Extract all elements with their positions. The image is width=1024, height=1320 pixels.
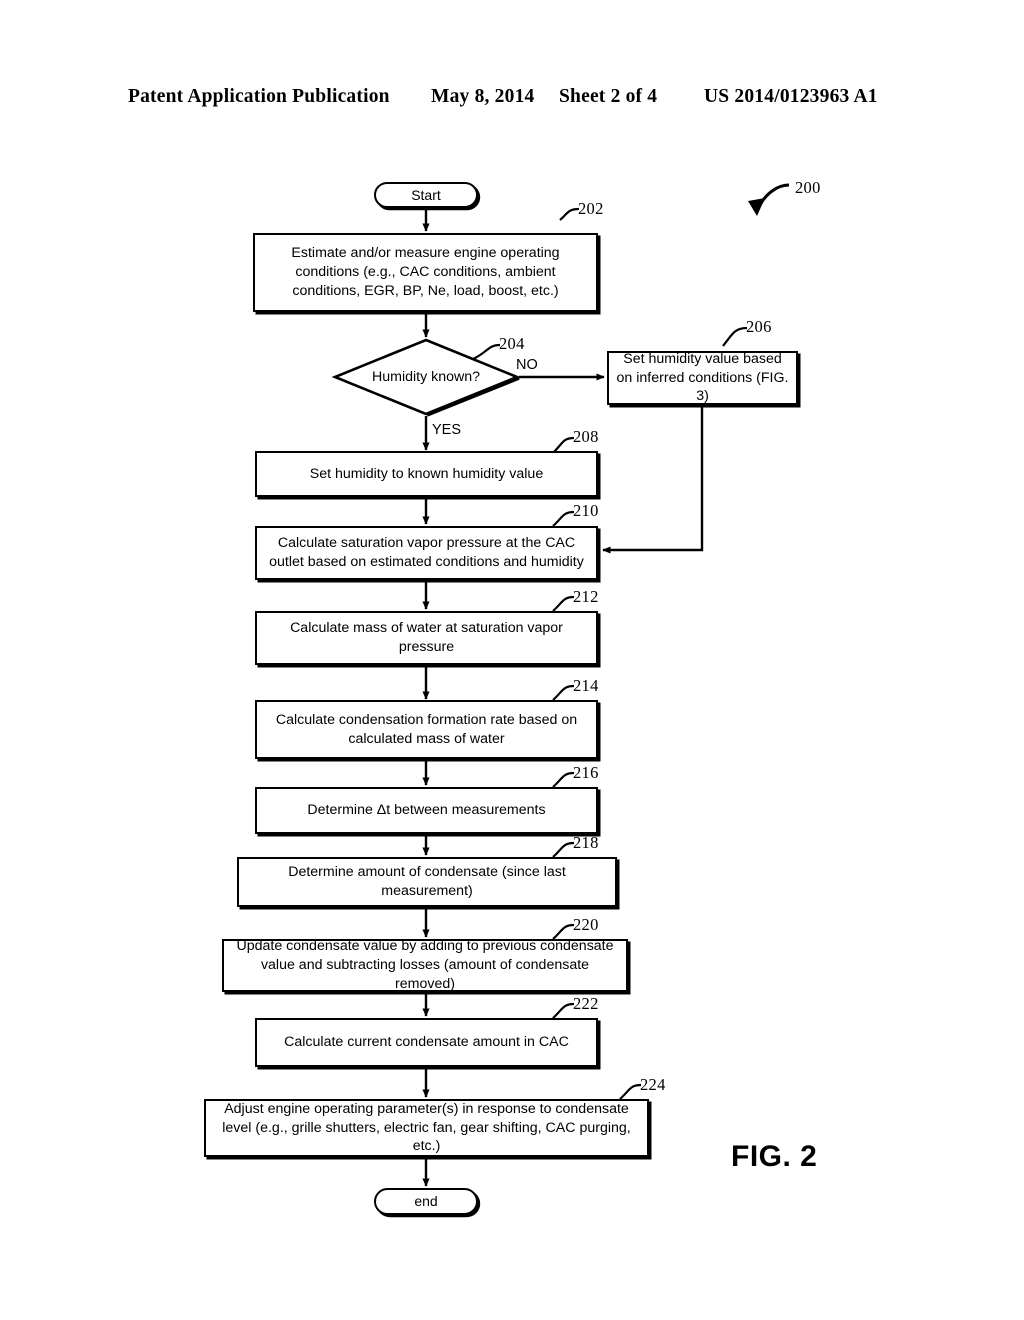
- flowchart-figure-2: Start Estimate and/or measure engine ope…: [0, 0, 1024, 1320]
- flow-step-224[interactable]: Adjust engine operating parameter(s) in …: [204, 1099, 649, 1157]
- ref-numeral-222: 222: [573, 994, 599, 1013]
- figure-caption: FIG. 2: [731, 1140, 818, 1173]
- figure-ref-arrow: [748, 183, 790, 216]
- flow-step-208[interactable]: Set humidity to known humidity value: [255, 451, 598, 497]
- flow-step-216[interactable]: Determine Δt between measurements: [255, 787, 598, 834]
- ref-numeral-210: 210: [573, 501, 599, 520]
- ref-numeral-220: 220: [573, 915, 599, 934]
- flow-step-222-label: Calculate current condensate amount in C…: [284, 1034, 569, 1051]
- flow-step-218-label: Determine amount of condensate (since la…: [288, 864, 566, 899]
- ref-numeral-206: 206: [746, 317, 772, 336]
- flow-step-214[interactable]: Calculate condensation formation rate ba…: [255, 700, 598, 759]
- flow-step-218[interactable]: Determine amount of condensate (since la…: [237, 857, 617, 907]
- ref-numeral-204: 204: [499, 334, 525, 353]
- flow-step-208-label: Set humidity to known humidity value: [309, 465, 544, 482]
- flow-step-220-label: Update condensate value by adding to pre…: [236, 938, 614, 992]
- flow-step-210[interactable]: Calculate saturation vapor pressure at t…: [255, 526, 598, 580]
- flow-step-212[interactable]: Calculate mass of water at saturation va…: [255, 611, 598, 665]
- ref-numeral-218: 218: [573, 833, 599, 852]
- ref-numeral-202: 202: [578, 199, 604, 218]
- ref-numeral-212: 212: [573, 587, 599, 606]
- flow-step-206[interactable]: Set humidity value based on inferred con…: [607, 351, 798, 405]
- flow-step-210-label: Calculate saturation vapor pressure at t…: [269, 535, 584, 570]
- flow-step-222[interactable]: Calculate current condensate amount in C…: [255, 1018, 598, 1067]
- flow-terminal-end-label: end: [414, 1193, 438, 1210]
- ref-numeral-208: 208: [573, 427, 599, 446]
- flow-step-216-label: Determine Δt between measurements: [307, 802, 546, 819]
- flow-terminal-start[interactable]: Start: [374, 182, 478, 208]
- flow-step-224-label: Adjust engine operating parameter(s) in …: [222, 1100, 631, 1155]
- flow-terminal-end[interactable]: end: [374, 1188, 478, 1215]
- ref-numeral-200: 200: [795, 178, 821, 197]
- flow-step-202-label: Estimate and/or measure engine operating…: [291, 245, 560, 299]
- ref-numeral-216: 216: [573, 763, 599, 782]
- edge-label-yes: YES: [432, 422, 462, 438]
- edge-label-no: NO: [516, 357, 538, 373]
- flow-step-206-label: Set humidity value based on inferred con…: [616, 350, 789, 405]
- flow-step-214-label: Calculate condensation formation rate ba…: [275, 711, 578, 747]
- ref-numeral-224: 224: [640, 1075, 666, 1094]
- flow-step-202[interactable]: Estimate and/or measure engine operating…: [253, 233, 598, 312]
- flow-decision-204[interactable]: Humidity known?: [331, 337, 521, 417]
- flow-step-220[interactable]: Update condensate value by adding to pre…: [222, 938, 628, 992]
- flow-terminal-start-label: Start: [411, 186, 441, 203]
- ref-numeral-214: 214: [573, 676, 599, 695]
- flow-step-212-label: Calculate mass of water at saturation va…: [290, 620, 563, 655]
